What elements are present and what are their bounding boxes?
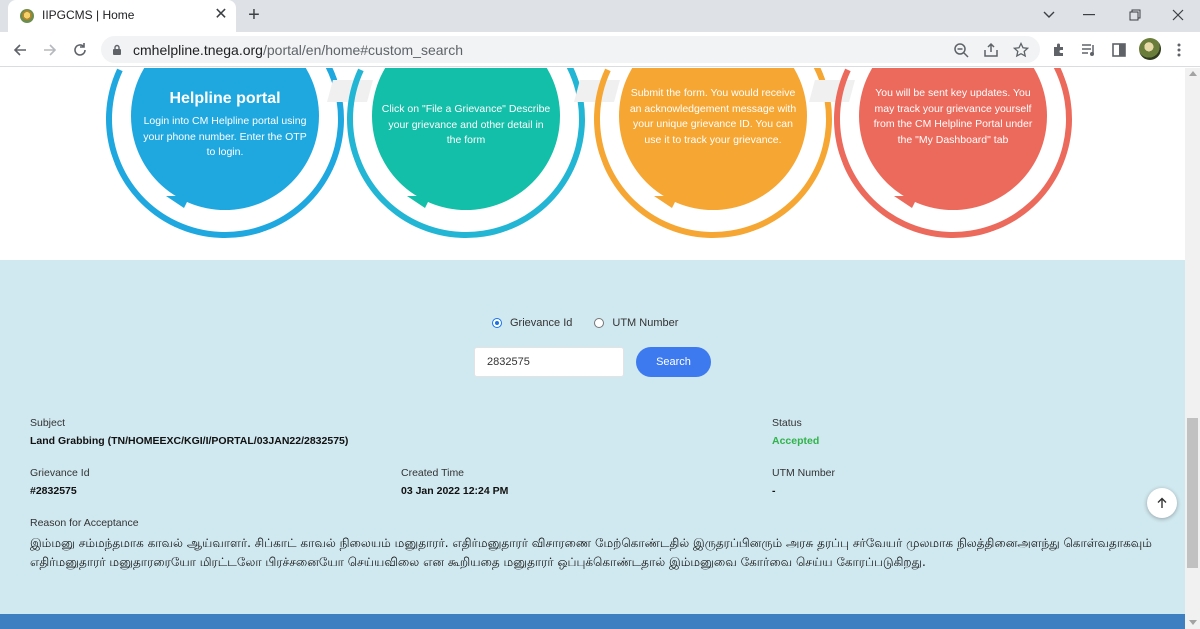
step-4-text: You will be sent key updates. You may tr… <box>873 87 1033 146</box>
search-button[interactable]: Search <box>636 347 711 377</box>
star-icon[interactable] <box>1011 40 1031 60</box>
radio-utm-number-label[interactable]: UTM Number <box>612 317 678 329</box>
page-scrollbar[interactable] <box>1185 68 1200 629</box>
footer-band <box>0 614 1185 629</box>
tab-strip: IIPGCMS | Home ✕ + <box>0 0 1200 32</box>
arrow-left-icon[interactable] <box>7 37 33 63</box>
restore-button[interactable] <box>1113 0 1157 30</box>
utm-number-label: UTM Number <box>772 467 836 479</box>
status-badge: Accepted <box>772 435 820 447</box>
radio-grievance-id[interactable] <box>492 318 502 328</box>
side-panel-icon[interactable] <box>1108 39 1130 61</box>
utm-number-value: - <box>772 485 776 497</box>
status-label: Status <box>772 417 802 429</box>
zoom-icon[interactable] <box>951 40 971 60</box>
close-window-button[interactable] <box>1156 0 1200 30</box>
grievance-id-value: #2832575 <box>30 485 77 497</box>
scrollbar-thumb[interactable] <box>1187 418 1198 568</box>
profile-avatar[interactable] <box>1139 38 1161 60</box>
step-4-tail <box>894 196 918 208</box>
radio-grievance-id-label[interactable]: Grievance Id <box>510 317 572 329</box>
page-content: Helpline portal Login into CM Helpline p… <box>0 68 1185 629</box>
created-time-value: 03 Jan 2022 12:24 PM <box>401 485 509 497</box>
step-4: You will be sent key updates. You may tr… <box>800 68 1106 272</box>
browser-tab[interactable]: IIPGCMS | Home ✕ <box>8 0 236 32</box>
subject-label: Subject <box>30 417 66 429</box>
scroll-up-arrow[interactable] <box>1189 71 1197 76</box>
media-queue-icon[interactable] <box>1078 39 1100 61</box>
reload-icon[interactable] <box>67 37 93 63</box>
radio-utm-number[interactable] <box>594 318 605 328</box>
step-3-tail <box>654 196 678 208</box>
puzzle-icon[interactable] <box>1048 39 1070 61</box>
grievance-id-label: Grievance Id <box>30 467 90 479</box>
step-1: Helpline portal Login into CM Helpline p… <box>72 68 378 272</box>
tn-emblem-icon <box>20 9 34 23</box>
browser-toolbar: cmhelpline.tnega.org/portal/en/home#cust… <box>0 32 1200 67</box>
search-type-radio-group: Grievance Id UTM Number <box>492 317 678 329</box>
step-2: Click on "File a Grievance" Describe you… <box>313 68 619 272</box>
step-1-tail <box>166 196 190 208</box>
reason-text: இம்மனு சம்மந்தமாக காவல் ஆய்வாளர். சிப்கா… <box>30 536 1152 569</box>
process-steps: Helpline portal Login into CM Helpline p… <box>0 68 1185 272</box>
subject-value: Land Grabbing (TN/HOMEEXC/KGI/I/PORTAL/0… <box>30 435 349 447</box>
step-2-tail <box>407 196 431 208</box>
kebab-menu-icon[interactable] <box>1168 39 1190 61</box>
arrow-up-icon <box>1157 497 1167 508</box>
step-1-heading: Helpline portal <box>169 90 281 107</box>
url-host: cmhelpline.tnega.org <box>133 42 263 58</box>
scroll-down-arrow[interactable] <box>1189 620 1197 625</box>
step-1-text: Login into CM Helpline portal using your… <box>143 115 307 158</box>
step-3: Submit the form. You would receive an ac… <box>560 68 866 272</box>
scroll-to-top-button[interactable] <box>1147 488 1177 518</box>
minimize-button[interactable] <box>1067 0 1111 30</box>
grievance-search-section: Grievance Id UTM Number Search Subject L… <box>0 260 1185 614</box>
tab-search-icon[interactable] <box>1027 0 1071 30</box>
tab-title: IIPGCMS | Home <box>42 8 135 22</box>
created-time-label: Created Time <box>401 467 465 479</box>
step-3-text: Submit the form. You would receive an ac… <box>629 87 797 146</box>
url-path: /portal/en/home#custom_search <box>262 42 463 58</box>
close-tab-icon[interactable]: ✕ <box>212 6 230 24</box>
address-bar[interactable]: cmhelpline.tnega.org/portal/en/home#cust… <box>101 36 1040 63</box>
lock-icon[interactable] <box>112 43 122 61</box>
share-icon[interactable] <box>981 40 1001 60</box>
url-text: cmhelpline.tnega.org/portal/en/home#cust… <box>133 42 463 58</box>
grievance-id-input[interactable] <box>474 347 624 377</box>
step-2-text: Click on "File a Grievance" Describe you… <box>381 103 551 146</box>
new-tab-button[interactable]: + <box>243 4 265 26</box>
arrow-right-icon[interactable] <box>37 37 63 63</box>
reason-label: Reason for Acceptance <box>30 517 139 529</box>
